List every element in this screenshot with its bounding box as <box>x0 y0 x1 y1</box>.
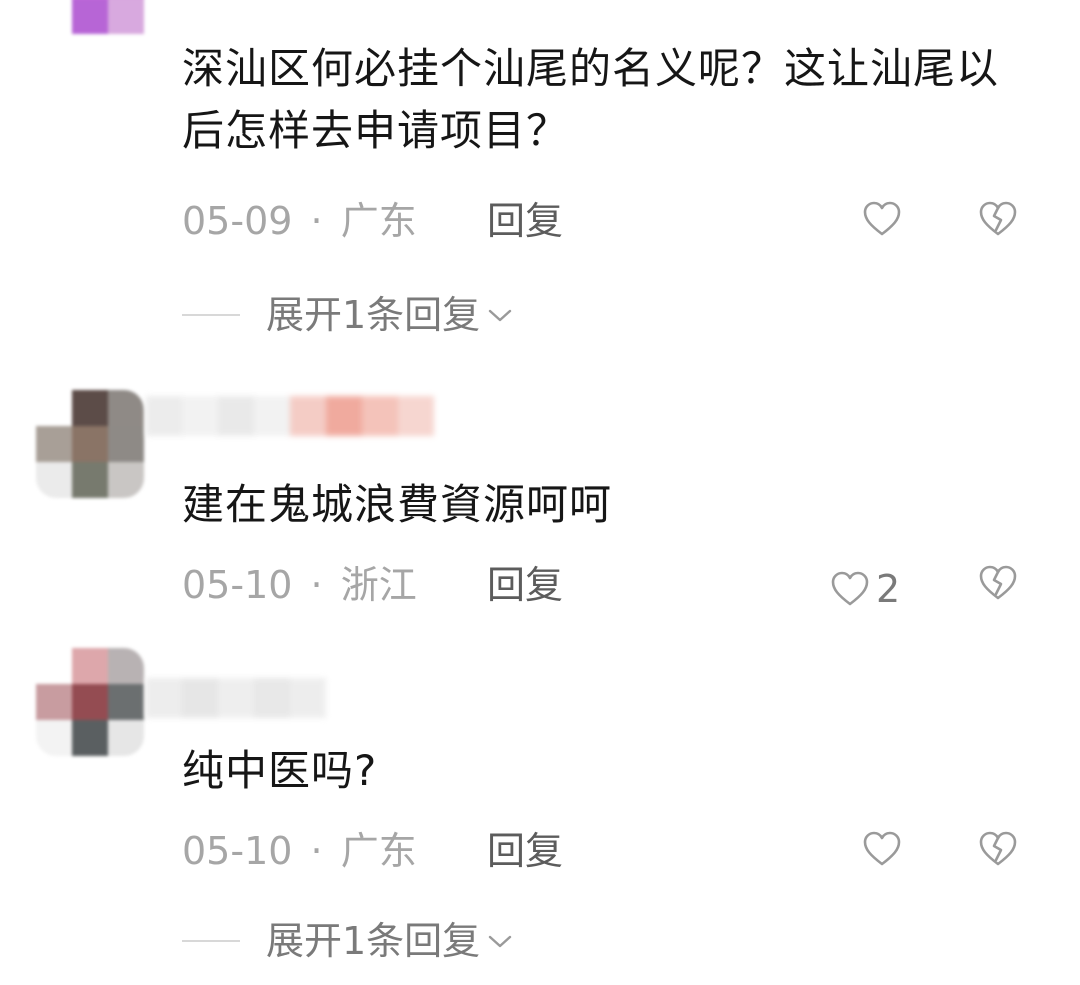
meta-separator: · <box>310 199 323 243</box>
expand-divider <box>182 314 240 316</box>
comment-item: 纯中医吗? 05-10 · 广东 回复 展开1条回复 <box>0 640 1080 985</box>
comment-meta: 05-10 · 浙江 回复 2 <box>182 560 1042 611</box>
username-mosaic-cell <box>290 396 326 436</box>
username-mosaic-cell <box>146 678 182 718</box>
avatar[interactable] <box>36 390 144 498</box>
like-count: 2 <box>876 567 901 611</box>
avatar-mosaic-cell <box>72 684 108 720</box>
avatar-mosaic-cell <box>36 720 72 756</box>
reply-button[interactable]: 回复 <box>487 560 563 610</box>
broken-heart-icon <box>979 565 1017 600</box>
comment-meta: 05-09 · 广东 回复 <box>182 196 1042 246</box>
dislike-button[interactable] <box>978 830 1018 880</box>
heart-outline-icon <box>863 831 901 866</box>
expand-replies-label: 展开1条回复 <box>266 919 481 963</box>
username-mosaic-cell <box>254 678 290 718</box>
chevron-down-icon <box>486 305 514 325</box>
comment-date: 05-10 <box>182 563 293 607</box>
comment-location: 广东 <box>340 199 417 243</box>
avatar-mosaic-cell <box>36 684 72 720</box>
like-button[interactable] <box>862 830 902 868</box>
comment-location: 广东 <box>340 829 417 873</box>
username-mosaic-cell <box>146 396 182 436</box>
avatar-mosaic-cell <box>108 462 144 498</box>
comment-date-location: 05-10 · 浙江 <box>182 560 417 610</box>
avatar-mosaic-cell <box>72 34 108 70</box>
avatar-mosaic-cell <box>108 426 144 462</box>
avatar-mosaic-cell <box>108 0 144 34</box>
comment-date-location: 05-09 · 广东 <box>182 196 417 246</box>
broken-heart-icon <box>979 831 1017 866</box>
username-mosaic-cell <box>398 396 434 436</box>
avatar[interactable] <box>36 0 144 70</box>
like-button[interactable] <box>862 200 902 238</box>
comment-item: 深汕区何必挂个汕尾的名义呢？这让汕尾以后怎样去申请项目？ 05-09 · 广东 … <box>0 0 1080 345</box>
comment-date-location: 05-10 · 广东 <box>182 826 417 876</box>
comment-date: 05-09 <box>182 199 293 243</box>
meta-separator: · <box>310 829 323 873</box>
expand-divider <box>182 940 240 942</box>
avatar[interactable] <box>36 648 144 756</box>
expand-replies-button[interactable]: 展开1条回复 <box>182 290 514 340</box>
expand-replies-label: 展开1条回复 <box>266 293 481 337</box>
username-mosaic-cell <box>326 396 362 436</box>
avatar-mosaic-cell <box>72 390 108 426</box>
comment-date: 05-10 <box>182 829 293 873</box>
meta-separator: · <box>310 563 323 607</box>
username-mosaic-cell <box>182 678 218 718</box>
username-mosaic-cell <box>254 396 290 436</box>
avatar-mosaic-cell <box>72 648 108 684</box>
dislike-button[interactable] <box>978 200 1018 250</box>
avatar-mosaic-cell <box>36 648 72 684</box>
username-mosaic-cell <box>218 396 254 436</box>
chevron-down-icon <box>486 931 514 951</box>
avatar-mosaic-cell <box>36 390 72 426</box>
avatar-mosaic-cell <box>36 462 72 498</box>
avatar-mosaic-cell <box>36 34 72 70</box>
avatar-mosaic-cell <box>72 426 108 462</box>
comment-location: 浙江 <box>340 563 417 607</box>
heart-outline-icon <box>863 201 901 236</box>
username[interactable] <box>146 396 434 436</box>
reply-button[interactable]: 回复 <box>487 196 563 246</box>
avatar-mosaic-cell <box>108 34 144 70</box>
reply-button[interactable]: 回复 <box>487 826 563 876</box>
username[interactable] <box>146 678 326 718</box>
comment-text: 建在鬼城浪費資源呵呵 <box>182 480 613 529</box>
comment-item: 建在鬼城浪費資源呵呵 05-10 · 浙江 回复 2 <box>0 370 1080 630</box>
username-mosaic-cell <box>218 678 254 718</box>
avatar-mosaic-cell <box>108 684 144 720</box>
avatar-mosaic-cell <box>36 0 72 34</box>
comment-text: 纯中医吗? <box>182 746 378 795</box>
broken-heart-icon <box>979 201 1017 236</box>
comment-text: 深汕区何必挂个汕尾的名义呢？这让汕尾以后怎样去申请项目？ <box>182 44 1000 155</box>
avatar-mosaic-cell <box>108 720 144 756</box>
avatar-mosaic-cell <box>108 390 144 426</box>
dislike-button[interactable] <box>978 564 1018 614</box>
avatar-mosaic-cell <box>72 0 108 34</box>
avatar-mosaic-cell <box>72 462 108 498</box>
avatar-mosaic-cell <box>72 720 108 756</box>
heart-outline-icon <box>831 571 869 606</box>
username-mosaic-cell <box>290 678 326 718</box>
avatar-mosaic-cell <box>36 426 72 462</box>
comment-meta: 05-10 · 广东 回复 <box>182 826 1042 876</box>
avatar-mosaic-cell <box>108 648 144 684</box>
username-mosaic-cell <box>182 396 218 436</box>
username-mosaic-cell <box>362 396 398 436</box>
expand-replies-button[interactable]: 展开1条回复 <box>182 916 514 966</box>
like-button[interactable]: 2 <box>830 564 900 614</box>
